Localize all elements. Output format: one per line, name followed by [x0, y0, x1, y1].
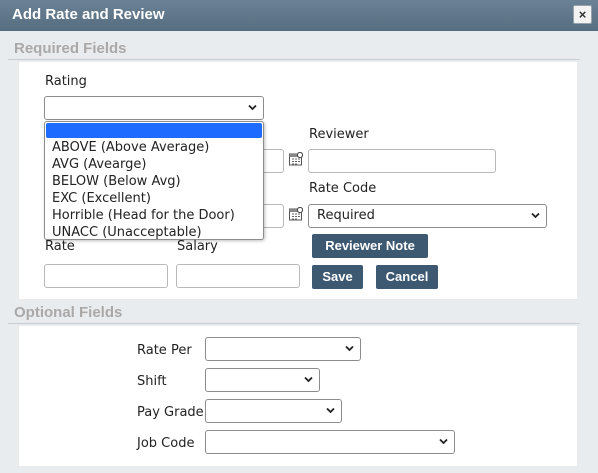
optional-fields-divider [8, 323, 580, 324]
optional-fields-heading: Optional Fields [14, 304, 123, 321]
rating-dropdown-list[interactable]: ABOVE (Above Average) AVG (Avearge) BELO… [44, 121, 264, 240]
rating-option-blank-highlighted[interactable] [46, 123, 262, 138]
chevron-down-icon [304, 376, 313, 383]
chevron-down-icon [531, 212, 540, 219]
rate-per-label: Rate Per [137, 343, 192, 358]
rating-label: Rating [45, 74, 87, 89]
chevron-down-icon [248, 104, 257, 111]
pay-grade-label: Pay Grade [137, 405, 204, 420]
rate-code-select-value: Required [317, 208, 375, 223]
cancel-button[interactable]: Cancel [376, 265, 438, 289]
reviewer-input[interactable] [308, 149, 496, 173]
job-code-select[interactable] [205, 430, 455, 454]
salary-input[interactable] [176, 264, 300, 288]
salary-label: Salary [177, 239, 218, 254]
rate-code-label: Rate Code [309, 181, 377, 196]
job-code-label: Job Code [137, 436, 195, 451]
rate-per-select[interactable] [205, 337, 361, 361]
close-icon: × [578, 7, 587, 22]
shift-select[interactable] [205, 368, 320, 392]
rating-option[interactable]: EXC (Excellent) [45, 190, 263, 207]
chevron-down-icon [326, 407, 335, 414]
shift-label: Shift [137, 374, 167, 389]
rating-select[interactable] [44, 96, 264, 120]
window-title: Add Rate and Review [12, 6, 165, 23]
calendar-icon[interactable] [289, 152, 303, 166]
rate-input[interactable] [44, 264, 168, 288]
rate-label: Rate [45, 239, 75, 254]
close-button[interactable]: × [573, 5, 592, 24]
rating-option[interactable]: BELOW (Below Avg) [45, 173, 263, 190]
rate-code-select[interactable]: Required [308, 204, 547, 228]
chevron-down-icon [345, 345, 354, 352]
required-fields-heading: Required Fields [14, 40, 127, 57]
rating-option[interactable]: Horrible (Head for the Door) [45, 207, 263, 224]
window-titlebar: Add Rate and Review × [0, 0, 598, 31]
rating-option[interactable]: ABOVE (Above Average) [45, 139, 263, 156]
reviewer-note-button[interactable]: Reviewer Note [312, 234, 428, 258]
calendar-icon[interactable] [289, 207, 303, 221]
pay-grade-select[interactable] [205, 399, 342, 423]
reviewer-label: Reviewer [309, 127, 369, 142]
chevron-down-icon [439, 438, 448, 445]
required-fields-divider [8, 59, 580, 60]
rating-option[interactable]: AVG (Avearge) [45, 156, 263, 173]
rating-option[interactable]: UNACC (Unacceptable) [45, 224, 263, 239]
save-button[interactable]: Save [312, 265, 363, 289]
